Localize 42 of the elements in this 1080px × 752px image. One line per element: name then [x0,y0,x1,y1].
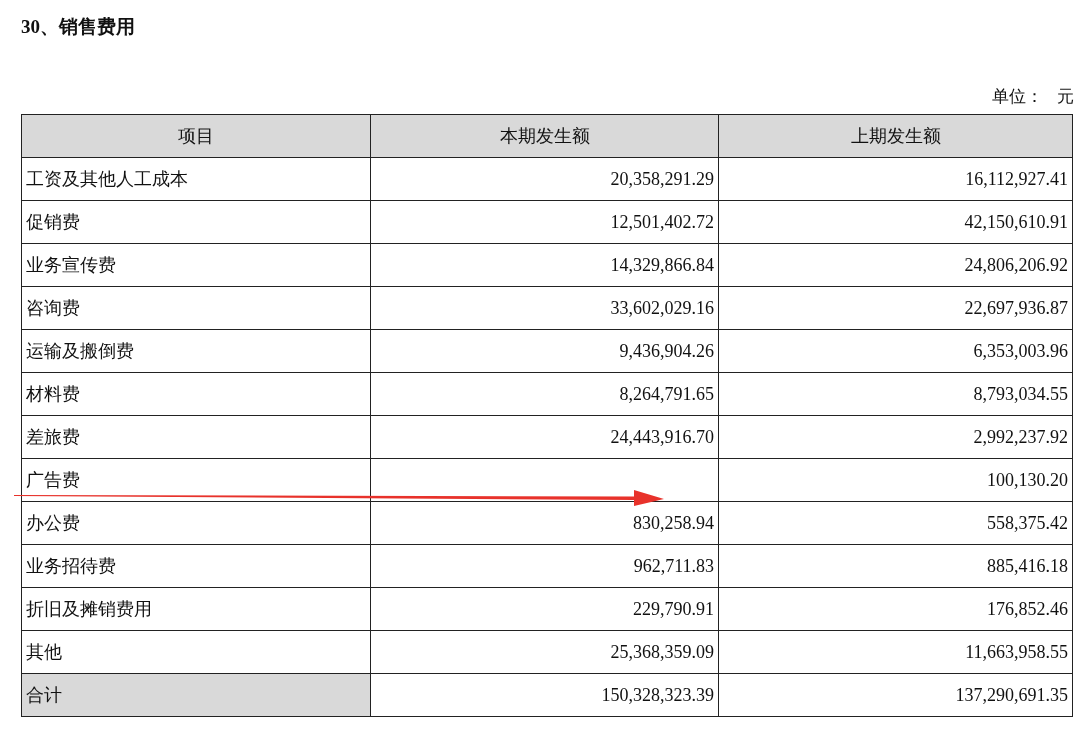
item-cell: 业务招待费 [21,544,371,588]
amount-cell: 8,264,791.65 [370,372,719,416]
item-cell: 促销费 [21,200,371,244]
amount-cell: 24,806,206.92 [718,243,1073,287]
item-cell: 折旧及摊销费用 [21,587,371,631]
amount-cell: 9,436,904.26 [370,329,719,373]
amount-cell: 25,368,359.09 [370,630,719,674]
item-cell: 工资及其他人工成本 [21,157,371,201]
amount-cell: 150,328,323.39 [370,673,719,717]
amount-cell: 2,992,237.92 [718,415,1073,459]
amount-cell: 100,130.20 [718,458,1073,502]
amount-cell: 33,602,029.16 [370,286,719,330]
item-cell: 材料费 [21,372,371,416]
unit-label: 单位： [992,85,1043,108]
item-cell: 差旅费 [21,415,371,459]
amount-cell: 22,697,936.87 [718,286,1073,330]
column-header: 项目 [21,114,371,158]
amount-cell: 20,358,291.29 [370,157,719,201]
amount-cell: 42,150,610.91 [718,200,1073,244]
amount-cell: 6,353,003.96 [718,329,1073,373]
amount-cell: 12,501,402.72 [370,200,719,244]
item-cell: 运输及搬倒费 [21,329,371,373]
item-cell: 业务宣传费 [21,243,371,287]
amount-cell: 229,790.91 [370,587,719,631]
item-cell: 办公费 [21,501,371,545]
amount-cell: 16,112,927.41 [718,157,1073,201]
amount-cell: 885,416.18 [718,544,1073,588]
item-cell: 咨询费 [21,286,371,330]
section-title: 30、销售费用 [20,15,136,39]
amount-cell: 176,852.46 [718,587,1073,631]
amount-cell: 962,711.83 [370,544,719,588]
amount-cell: 24,443,916.70 [370,415,719,459]
amount-cell: 558,375.42 [718,501,1073,545]
amount-cell: 8,793,034.55 [718,372,1073,416]
total-label-cell: 合计 [21,673,371,717]
unit-value: 元 [1057,85,1074,108]
amount-cell: 137,290,691.35 [718,673,1073,717]
column-header: 本期发生额 [370,114,719,158]
item-cell: 其他 [21,630,371,674]
column-header: 上期发生额 [718,114,1073,158]
amount-cell: 11,663,958.55 [718,630,1073,674]
amount-cell: 14,329,866.84 [370,243,719,287]
